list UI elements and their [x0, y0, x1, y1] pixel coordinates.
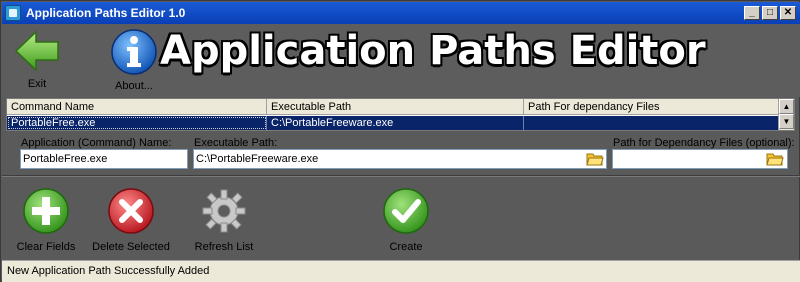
window-title: Application Paths Editor 1.0 [26, 6, 186, 20]
back-arrow-icon [14, 30, 59, 72]
exe-path-label: Executable Path: [194, 137, 278, 149]
browse-dep-folder-icon[interactable] [766, 151, 784, 167]
gear-icon [202, 189, 246, 233]
status-text: New Application Path Successfully Added [7, 265, 210, 277]
about-button[interactable]: About... [102, 28, 166, 92]
cell-exe: C:\PortableFreeware.exe [267, 116, 524, 130]
column-header-dep[interactable]: Path For dependancy Files [524, 99, 779, 114]
grid-scrollbar[interactable]: ▲ ▼ [778, 99, 794, 130]
cell-command: PortableFree.exe [7, 116, 267, 130]
plus-icon [23, 188, 69, 234]
dep-path-label: Path for Dependancy Files (optional): [613, 137, 795, 149]
grid-header: Command Name Executable Path Path For de… [7, 99, 779, 115]
delete-x-icon [108, 188, 154, 234]
delete-selected-button[interactable]: Delete Selected [91, 187, 171, 253]
title-bar[interactable]: Application Paths Editor 1.0 _ □ ✕ [2, 2, 800, 24]
checkmark-icon [383, 188, 429, 234]
exit-button[interactable]: Exit [12, 28, 62, 90]
clear-fields-label: Clear Fields [16, 241, 76, 253]
application-window: Application Paths Editor 1.0 _ □ ✕ Exit [0, 0, 800, 282]
window-controls: _ □ ✕ [744, 6, 796, 20]
info-icon [111, 29, 157, 75]
exe-path-input[interactable]: C:\PortableFreeware.exe [193, 149, 607, 169]
close-button[interactable]: ✕ [780, 6, 796, 20]
scroll-up-icon[interactable]: ▲ [779, 99, 794, 114]
create-label: Create [389, 241, 423, 253]
about-label: About... [115, 80, 153, 92]
refresh-list-label: Refresh List [194, 241, 254, 253]
app-icon [5, 5, 21, 21]
column-header-command[interactable]: Command Name [7, 99, 267, 114]
exit-label: Exit [27, 78, 47, 90]
paths-grid[interactable]: Command Name Executable Path Path For de… [6, 98, 795, 131]
banner-title: Application Paths Editor [160, 28, 706, 74]
cell-dep [524, 116, 779, 130]
status-bar: New Application Path Successfully Added [2, 260, 800, 282]
refresh-list-button[interactable]: Refresh List [187, 187, 261, 253]
table-row[interactable]: PortableFree.exe C:\PortableFreeware.exe [7, 116, 779, 130]
delete-selected-label: Delete Selected [92, 241, 170, 253]
create-button[interactable]: Create [371, 187, 441, 253]
command-name-input[interactable]: PortableFree.exe [20, 149, 188, 169]
clear-fields-button[interactable]: Clear Fields [11, 187, 81, 253]
maximize-button[interactable]: □ [762, 6, 778, 20]
section-divider [2, 175, 800, 177]
dep-path-input[interactable] [612, 149, 788, 169]
toolbar: Exit About... Application Paths Editor [2, 24, 800, 97]
command-name-label: Application (Command) Name: [21, 137, 172, 149]
scroll-down-icon[interactable]: ▼ [779, 114, 794, 129]
browse-exe-folder-icon[interactable] [586, 151, 604, 167]
minimize-button[interactable]: _ [744, 6, 760, 20]
column-header-exe[interactable]: Executable Path [267, 99, 524, 114]
